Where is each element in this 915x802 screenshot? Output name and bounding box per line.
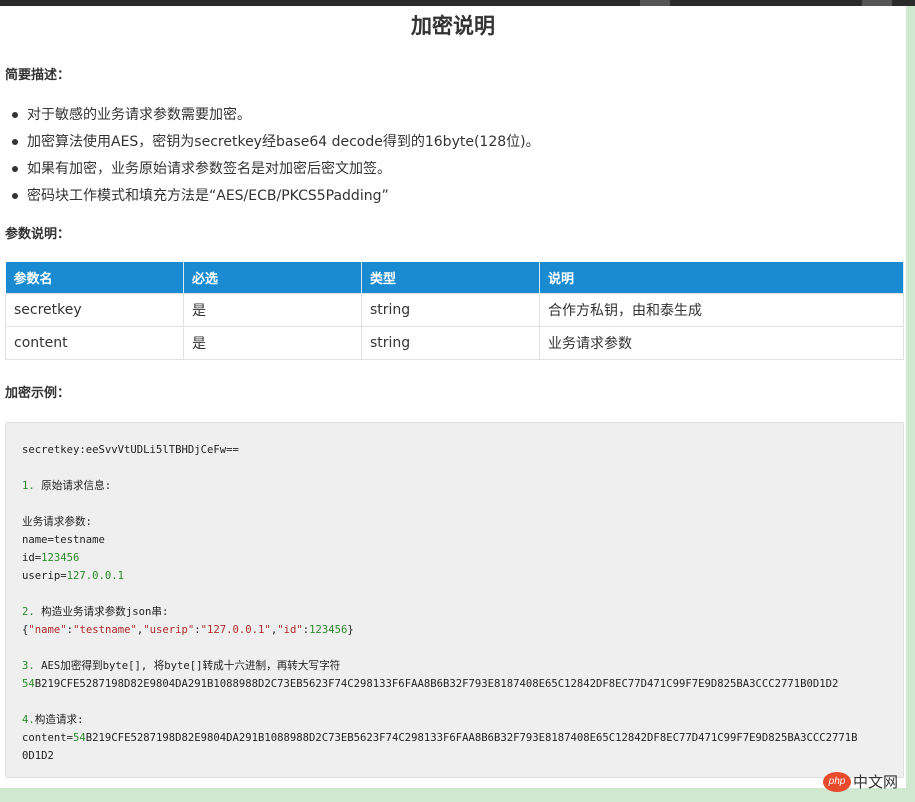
code-line: name=testname: [22, 534, 105, 546]
params-heading: 参数说明：: [5, 227, 71, 242]
table-cell: string: [361, 325, 540, 360]
code-text: 原始请求信息:: [34, 480, 112, 492]
code-line: 0D1D2: [22, 750, 54, 762]
code-number: 3.: [22, 660, 35, 672]
code-number: 2.: [22, 606, 35, 618]
table-cell: 业务请求参数: [539, 325, 904, 360]
code-line: 1. 原始请求信息:: [22, 477, 903, 495]
list-item-text: 加密算法使用AES，密钥为secretkey经base64 decode得到的1…: [27, 134, 540, 150]
table-cell: 合作方私钥，由和泰生成: [539, 292, 904, 327]
code-line: 2. 构造业务请求参数json串:: [22, 603, 903, 621]
code-number: 54: [22, 678, 35, 690]
code-string: "testname": [73, 624, 137, 636]
list-item: 加密算法使用AES，密钥为secretkey经base64 decode得到的1…: [10, 131, 540, 158]
code-line: {"name":"testname","userip":"127.0.0.1",…: [22, 624, 354, 636]
code-text: 构造请求:: [34, 714, 84, 726]
column-header: 必选: [183, 262, 362, 293]
code-number: 4.: [22, 714, 35, 726]
code-line: userip=127.0.0.1: [22, 567, 903, 585]
code-line: id=123456: [22, 549, 903, 567]
code-line: secretkey:eeSvvVtUDLi5lTBHDjCeFw==: [22, 444, 239, 456]
code-block: secretkey:eeSvvVtUDLi5lTBHDjCeFw== 1. 原始…: [5, 422, 904, 778]
table-cell: 是: [183, 325, 362, 360]
column-header: 参数名: [5, 262, 184, 293]
table-row: secretkey 是 string 合作方私钥，由和泰生成: [5, 292, 904, 327]
code-line: 4.构造请求:: [22, 711, 903, 729]
list-item: 如果有加密，业务原始请求参数签名是对加密后密文加签。: [10, 158, 540, 185]
document-page: 加密说明 简要描述： 对于敏感的业务请求参数需要加密。 加密算法使用AES，密钥…: [0, 6, 906, 788]
example-heading: 加密示例：: [5, 386, 71, 401]
code-text: userip=: [22, 570, 67, 582]
page-title: 加密说明: [411, 14, 495, 38]
bullet-icon: [12, 193, 18, 199]
table-cell: 是: [183, 292, 362, 327]
code-line: 业务请求参数:: [22, 516, 92, 528]
code-text: id=: [22, 552, 42, 564]
table-cell: secretkey: [5, 292, 184, 327]
list-item-text: 如果有加密，业务原始请求参数签名是对加密后密文加签。: [27, 161, 391, 177]
code-string: "127.0.0.1": [200, 624, 271, 636]
table-row: content 是 string 业务请求参数: [5, 325, 904, 360]
list-item: 对于敏感的业务请求参数需要加密。: [10, 104, 540, 131]
code-number: 123456: [41, 552, 80, 564]
code-string: "name": [28, 624, 67, 636]
code-text: }: [347, 624, 354, 636]
code-line: content=54B219CFE5287198D82E9804DA291B10…: [22, 729, 903, 747]
column-header: 说明: [539, 262, 904, 293]
list-item-text: 密码块工作模式和填充方法是“AES/ECB/PKCS5Padding”: [27, 188, 389, 204]
table-cell: string: [361, 292, 540, 327]
bullet-icon: [12, 139, 18, 145]
table-header-row: 参数名 必选 类型 说明: [5, 262, 904, 293]
code-string: "id": [277, 624, 303, 636]
php-logo-icon: php: [823, 771, 851, 792]
watermark-text: 中文网: [853, 773, 899, 791]
list-item-text: 对于敏感的业务请求参数需要加密。: [27, 107, 251, 123]
summary-heading: 简要描述：: [5, 68, 71, 83]
list-item: 密码块工作模式和填充方法是“AES/ECB/PKCS5Padding”: [10, 185, 540, 212]
bullet-icon: [12, 112, 18, 118]
code-text: AES加密得到byte[], 将byte[]转成十六进制，再转大写字符: [34, 660, 341, 672]
table-cell: content: [5, 325, 184, 360]
column-header: 类型: [361, 262, 540, 293]
code-number: 123456: [309, 624, 348, 636]
summary-list: 对于敏感的业务请求参数需要加密。 加密算法使用AES，密钥为secretkey经…: [10, 104, 540, 212]
code-text: 构造业务请求参数json串:: [34, 606, 169, 618]
params-table: 参数名 必选 类型 说明 secretkey 是 string 合作方私钥，由和…: [5, 262, 904, 360]
code-text: B219CFE5287198D82E9804DA291B1088988D2C73…: [85, 732, 858, 744]
code-line: 3. AES加密得到byte[], 将byte[]转成十六进制，再转大写字符: [22, 657, 903, 675]
code-line: 54B219CFE5287198D82E9804DA291B1088988D2C…: [22, 675, 903, 693]
code-number: 1.: [22, 480, 35, 492]
php-cn-watermark: php 中文网: [823, 771, 898, 793]
code-number: 127.0.0.1: [66, 570, 125, 582]
code-text: B219CFE5287198D82E9804DA291B1088988D2C73…: [34, 678, 839, 690]
bullet-icon: [12, 166, 18, 172]
code-number: 54: [73, 732, 86, 744]
code-string: "userip": [143, 624, 195, 636]
code-text: content=: [22, 732, 74, 744]
